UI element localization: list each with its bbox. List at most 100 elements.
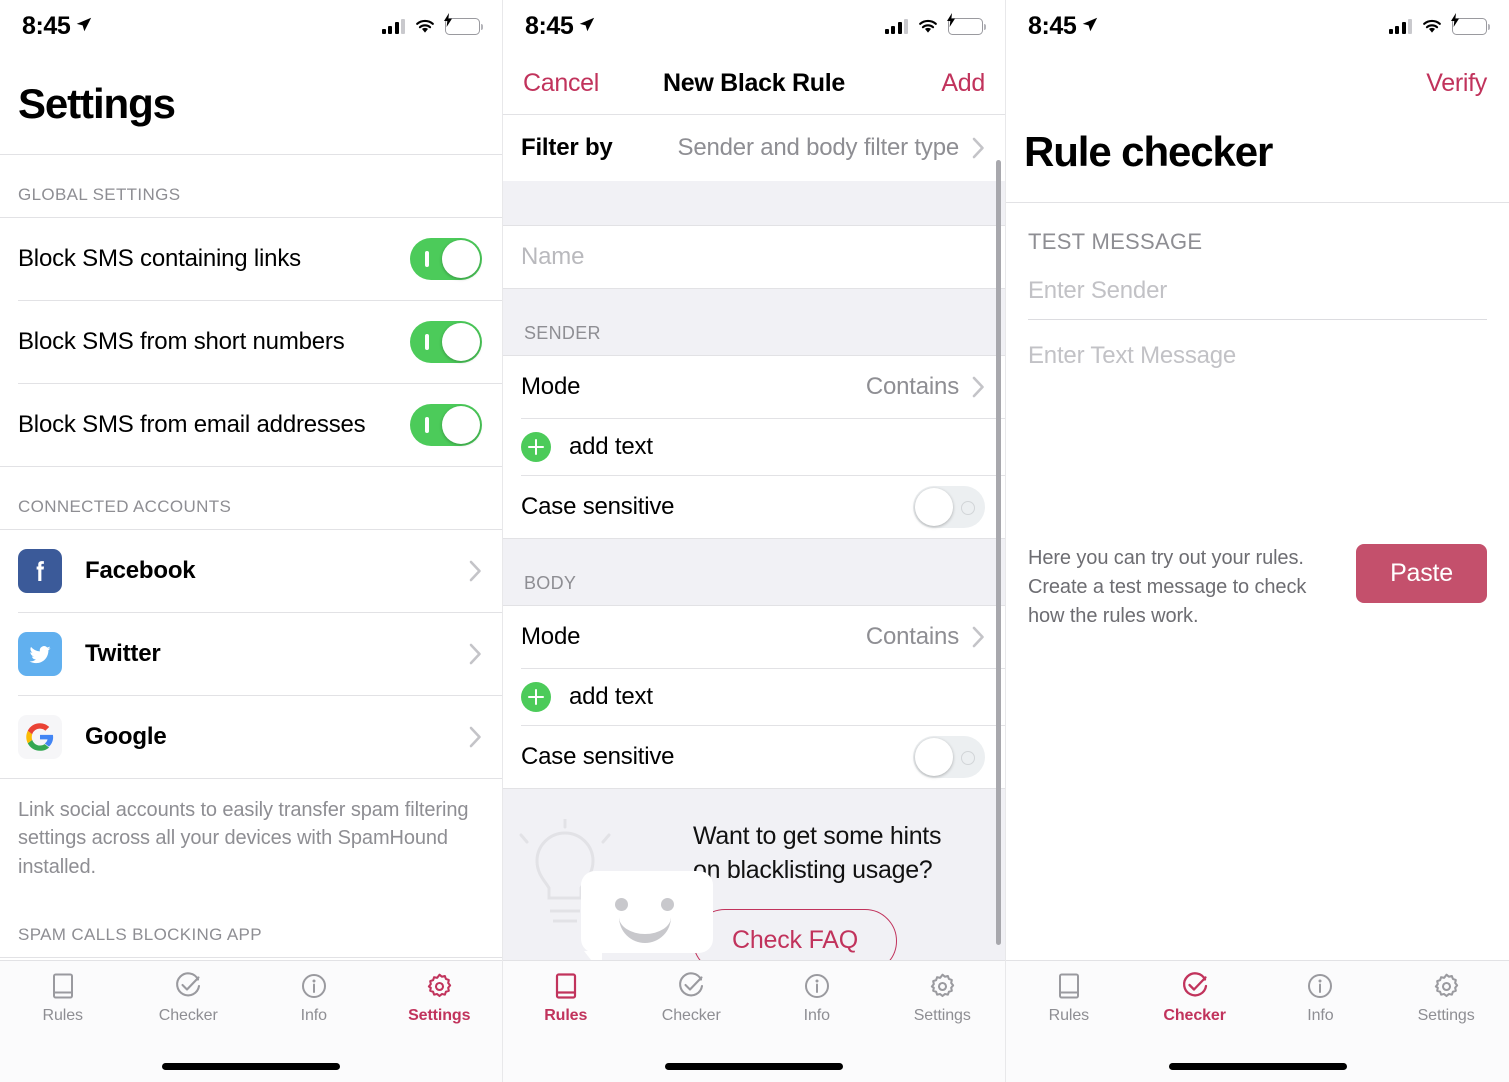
status-bar-right xyxy=(1388,13,1491,35)
paste-button[interactable]: Paste xyxy=(1356,544,1487,603)
screen-new-black-rule: 8:45 Cancel New Black Rule Add Filter by… xyxy=(503,0,1006,1082)
tab-settings[interactable]: Settings xyxy=(377,961,503,1039)
tab-label: Checker xyxy=(1163,1007,1226,1024)
tab-info[interactable]: Info xyxy=(1258,961,1384,1039)
body-case-sensitive-label: Case sensitive xyxy=(521,743,675,770)
accounts-footnote: Link social accounts to easily transfer … xyxy=(18,799,469,878)
tab-checker[interactable]: Checker xyxy=(1132,961,1258,1039)
page-title: Rule checker xyxy=(1024,128,1273,175)
filter-by-value: Sender and body filter type xyxy=(677,134,960,161)
plus-circle-icon[interactable] xyxy=(521,432,551,462)
verify-button[interactable]: Verify xyxy=(1426,69,1487,98)
chevron-right-icon xyxy=(972,626,985,648)
section-gap xyxy=(503,181,1005,225)
home-indicator xyxy=(162,1063,340,1070)
account-row-google[interactable]: Google xyxy=(0,696,502,778)
gear-icon xyxy=(925,969,959,1003)
eye-right xyxy=(661,898,674,911)
tab-label: Settings xyxy=(408,1007,471,1024)
chevron-right-icon xyxy=(469,643,482,665)
cellular-signal-icon xyxy=(381,18,405,34)
sender-case-sensitive-row[interactable]: Case sensitive xyxy=(503,476,1005,538)
section-header-global-settings: GLOBAL SETTINGS xyxy=(18,185,181,204)
status-bar: 8:45 xyxy=(1006,0,1509,52)
tab-bar: Rules Checker Info Settings xyxy=(503,960,1005,1082)
status-bar-right xyxy=(381,13,484,35)
tab-bar: Rules Checker Info Settings xyxy=(0,960,502,1082)
book-icon xyxy=(1052,969,1086,1003)
rule-name-placeholder: Name xyxy=(521,243,585,270)
tab-label: Checker xyxy=(661,1007,721,1024)
battery-charging-icon xyxy=(443,13,484,35)
setting-label: Block SMS from email addresses xyxy=(18,411,366,438)
toggle-block-links[interactable] xyxy=(410,238,482,280)
chevron-right-icon xyxy=(972,376,985,398)
cancel-button[interactable]: Cancel xyxy=(523,69,599,98)
tab-rules[interactable]: Rules xyxy=(503,961,629,1039)
battery-charging-icon xyxy=(946,13,987,35)
status-time: 8:45 xyxy=(1028,11,1077,40)
account-row-facebook[interactable]: Facebook xyxy=(0,530,502,612)
toggle-block-short-numbers[interactable] xyxy=(410,321,482,363)
tab-settings[interactable]: Settings xyxy=(880,961,1006,1039)
account-label: Google xyxy=(85,723,167,750)
location-arrow-icon xyxy=(1081,16,1098,33)
rule-name-field[interactable]: Name xyxy=(503,226,1005,288)
section-header-spam-calls: SPAM CALLS BLOCKING APP xyxy=(18,925,262,945)
body-case-sensitive-row[interactable]: Case sensitive xyxy=(503,726,1005,788)
scrollbar[interactable] xyxy=(996,160,1001,945)
toggle-block-email-addresses[interactable] xyxy=(410,404,482,446)
setting-label: Block SMS from short numbers xyxy=(18,328,345,355)
tab-label: Rules xyxy=(1048,1007,1090,1024)
speech-bubble xyxy=(581,871,713,974)
help-text: Here you can try out your rules. Create … xyxy=(1028,547,1307,627)
status-bar-left: 8:45 xyxy=(525,12,595,41)
faq-content: Want to get some hints on blacklisting u… xyxy=(693,820,1005,973)
tab-info[interactable]: Info xyxy=(251,961,377,1039)
info-circle-icon xyxy=(1303,969,1337,1003)
body-add-text-label: add text xyxy=(569,683,653,710)
sender-mode-label: Mode xyxy=(521,373,581,400)
status-time: 8:45 xyxy=(525,11,574,40)
setting-row-block-short-numbers[interactable]: Block SMS from short numbers xyxy=(0,301,502,383)
gear-icon xyxy=(422,969,456,1003)
plus-circle-icon[interactable] xyxy=(521,682,551,712)
sender-mode-value: Contains xyxy=(865,373,959,400)
cellular-signal-icon xyxy=(884,18,908,34)
tab-label: Info xyxy=(1307,1007,1334,1024)
toggle-sender-case-sensitive[interactable] xyxy=(913,486,985,528)
tab-checker[interactable]: Checker xyxy=(126,961,252,1039)
setting-row-block-links[interactable]: Block SMS containing links xyxy=(0,218,502,300)
info-circle-icon xyxy=(297,969,331,1003)
tab-rules[interactable]: Rules xyxy=(0,961,126,1039)
sender-input[interactable]: Enter Sender xyxy=(1006,255,1509,319)
sender-add-text-row[interactable]: add text xyxy=(503,419,1005,475)
facebook-icon xyxy=(18,549,62,593)
chevron-right-icon xyxy=(469,560,482,582)
setting-row-block-email-addresses[interactable]: Block SMS from email addresses xyxy=(0,384,502,466)
tab-info[interactable]: Info xyxy=(754,961,880,1039)
add-button[interactable]: Add xyxy=(941,69,985,98)
tab-checker[interactable]: Checker xyxy=(629,961,755,1039)
tab-rules[interactable]: Rules xyxy=(1006,961,1132,1039)
tab-label: Settings xyxy=(1417,1007,1475,1024)
sender-mode-row[interactable]: Mode Contains xyxy=(503,356,1005,418)
check-circle-icon xyxy=(1178,969,1212,1003)
filter-by-row[interactable]: Filter by Sender and body filter type xyxy=(503,115,1005,181)
section-header-test-message: TEST MESSAGE xyxy=(1028,229,1203,254)
check-circle-icon xyxy=(674,969,708,1003)
eye-left xyxy=(615,898,628,911)
tab-label: Settings xyxy=(913,1007,971,1024)
account-row-twitter[interactable]: Twitter xyxy=(0,613,502,695)
cellular-signal-icon xyxy=(1388,18,1412,34)
text-message-input[interactable]: Enter Text Message xyxy=(1006,320,1509,384)
toggle-body-case-sensitive[interactable] xyxy=(913,736,985,778)
section-header-sender: SENDER xyxy=(503,289,1005,355)
section-label: BODY xyxy=(524,573,577,593)
home-indicator xyxy=(1168,1063,1347,1070)
body-add-text-row[interactable]: add text xyxy=(503,669,1005,725)
body-mode-row[interactable]: Mode Contains xyxy=(503,606,1005,668)
nav-bar: Verify xyxy=(1006,52,1509,114)
screen-settings: 8:45 Settings GLOBAL SETTINGS Block SMS … xyxy=(0,0,503,1082)
tab-settings[interactable]: Settings xyxy=(1383,961,1509,1039)
